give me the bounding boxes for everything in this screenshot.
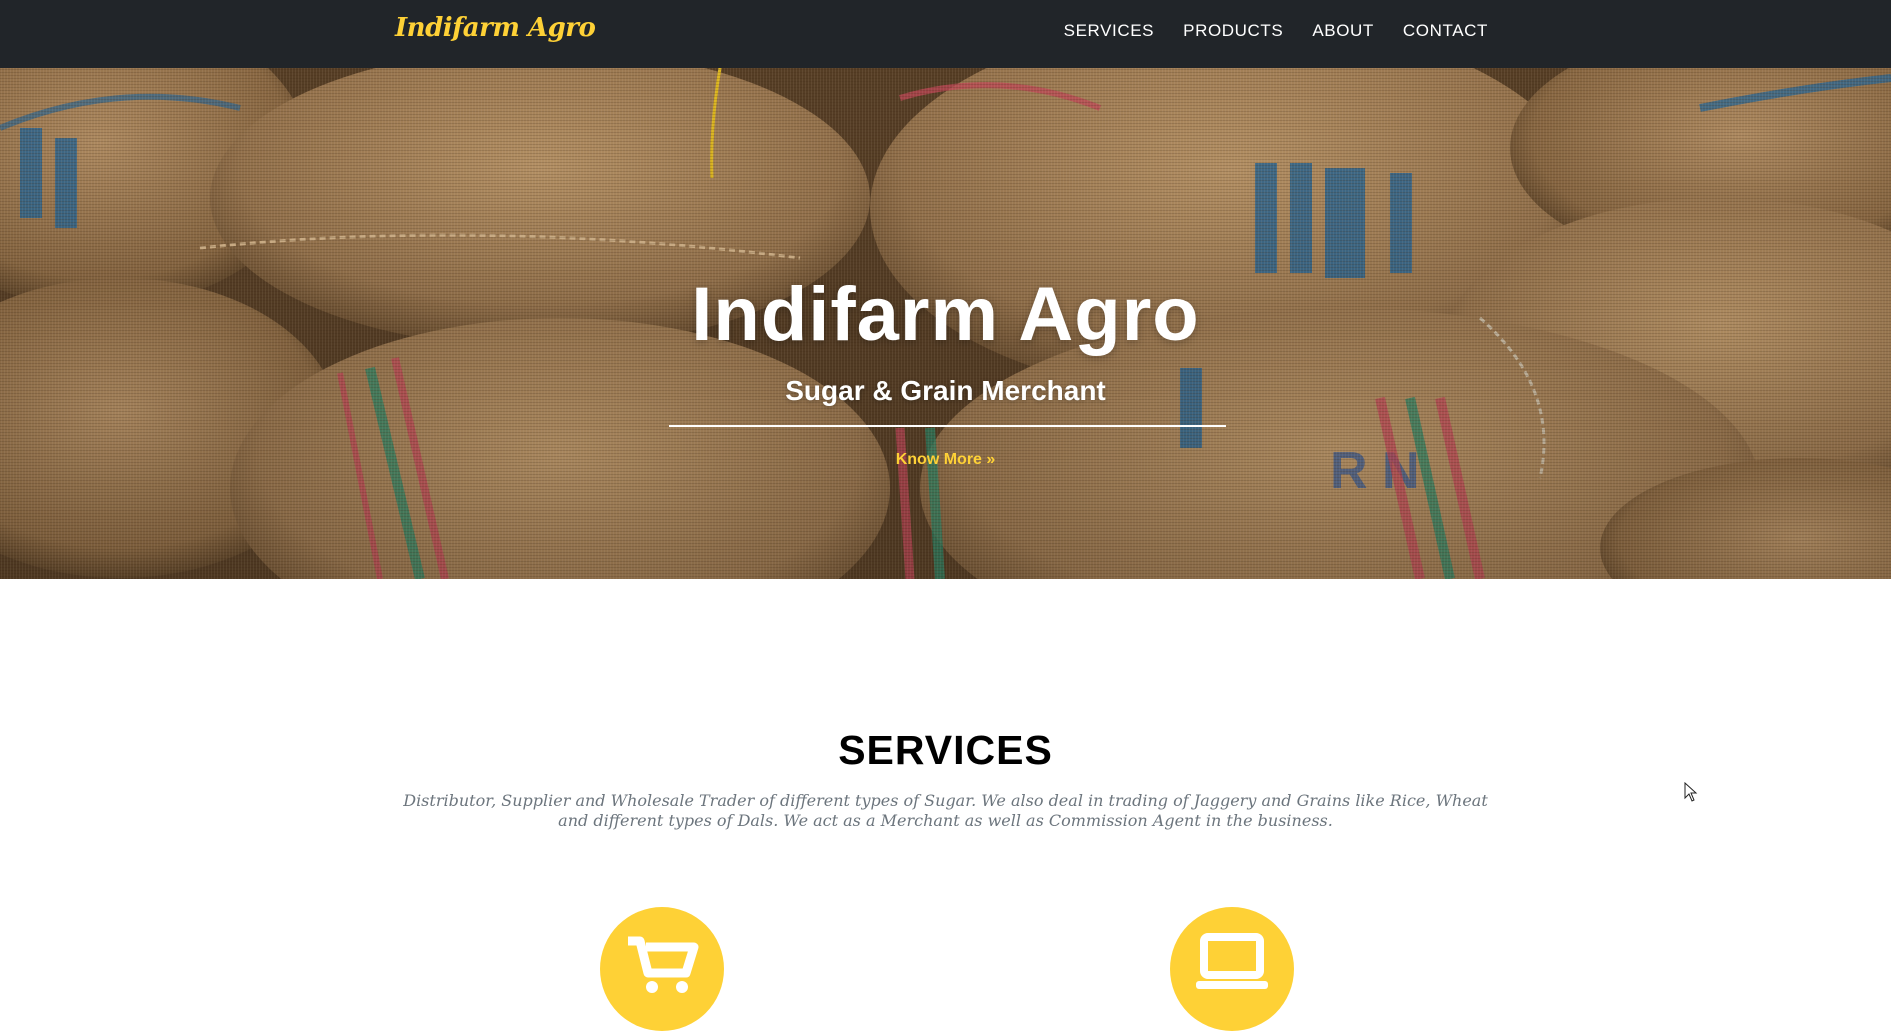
hero-section: R N Indifarm Agro Sugar & Grain Merchant… bbox=[0, 68, 1891, 579]
hero-subtitle: Sugar & Grain Merchant bbox=[785, 375, 1106, 406]
services-heading: SERVICES bbox=[838, 727, 1053, 773]
nav-link-contact[interactable]: CONTACT bbox=[1403, 20, 1488, 42]
nav-link-services[interactable]: SERVICES bbox=[1064, 20, 1154, 42]
hero-divider bbox=[669, 425, 1226, 427]
hero-title: Indifarm Agro bbox=[691, 272, 1200, 357]
mouse-cursor-icon bbox=[1684, 782, 1698, 802]
nav-link-about[interactable]: ABOUT bbox=[1312, 20, 1374, 42]
laptop-icon bbox=[1170, 907, 1294, 1031]
nav-link-products[interactable]: PRODUCTS bbox=[1183, 20, 1283, 42]
brand-logo[interactable]: Indifarm Agro bbox=[395, 13, 596, 43]
know-more-link[interactable]: Know More » bbox=[896, 451, 996, 468]
nav-links: SERVICES PRODUCTS ABOUT CONTACT bbox=[1064, 20, 1488, 42]
shopping-cart-icon bbox=[600, 907, 724, 1031]
navbar: Indifarm Agro SERVICES PRODUCTS ABOUT CO… bbox=[0, 0, 1891, 68]
services-description: Distributor, Supplier and Wholesale Trad… bbox=[403, 791, 1488, 830]
know-more-link-wrap: Know More » bbox=[0, 451, 1891, 469]
